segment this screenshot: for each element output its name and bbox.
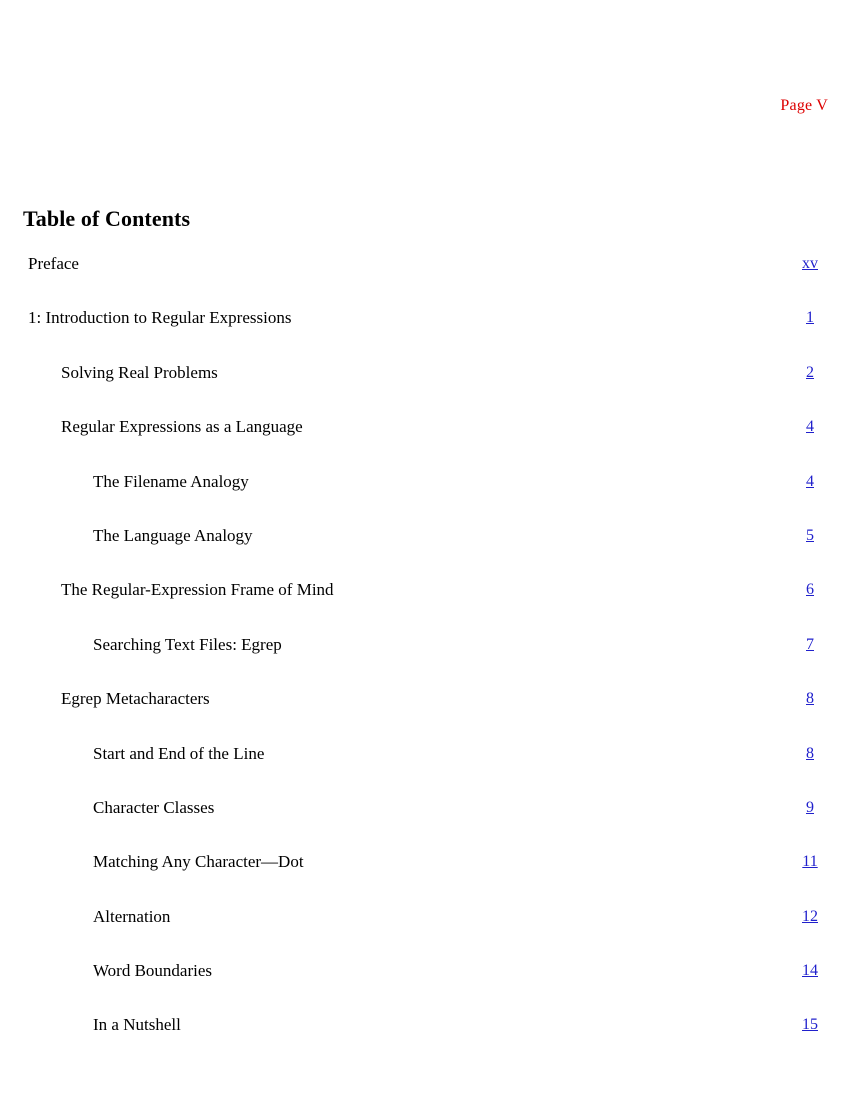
toc-entry: The Regular-Expression Frame of Mind 6 bbox=[0, 576, 849, 630]
toc-entry-label: Word Boundaries bbox=[93, 961, 213, 981]
toc-entry: Regular Expressions as a Language 4 bbox=[0, 413, 849, 467]
table-of-contents-list: Preface xv 1: Introduction to Regular Expr… bbox=[0, 250, 849, 1066]
toc-page-link[interactable]: 12 bbox=[790, 906, 830, 928]
toc-page-link[interactable]: 5 bbox=[790, 525, 830, 547]
document-page: Page V Table of Contents Preface xv 1: Int… bbox=[0, 0, 849, 1100]
toc-entry-label: 1: Introduction to Regular Expressions bbox=[28, 308, 292, 328]
toc-entry-label: Start and End of the Line bbox=[93, 743, 265, 763]
toc-entry: Egrep Metacharacters 8 bbox=[0, 685, 849, 739]
toc-entry: In a Nutshell 15 bbox=[0, 1011, 849, 1065]
toc-entry-label: The Language Analogy bbox=[93, 525, 253, 545]
toc-page-link[interactable]: 2 bbox=[790, 362, 830, 384]
toc-entry-label: Matching Any Character—Dot bbox=[93, 852, 304, 872]
toc-page-link[interactable]: 9 bbox=[790, 797, 830, 819]
toc-entry-label: The Filename Analogy bbox=[93, 471, 249, 491]
toc-page-link[interactable]: 11 bbox=[790, 851, 830, 873]
toc-page-link[interactable]: 1 bbox=[790, 307, 830, 329]
toc-entry-label: Preface bbox=[28, 254, 79, 273]
toc-page-link[interactable]: 14 bbox=[790, 960, 830, 982]
toc-page-link[interactable]: xv bbox=[790, 253, 830, 275]
toc-entry-label: Searching Text Files: Egrep bbox=[93, 634, 282, 654]
toc-entry: Alternation 12 bbox=[0, 903, 849, 957]
toc-entry-label: Character Classes bbox=[93, 797, 215, 817]
toc-entry-label: The Regular-Expression Frame of Mind bbox=[61, 580, 334, 600]
toc-entry: The Filename Analogy 4 bbox=[0, 468, 849, 522]
toc-entry: Searching Text Files: Egrep 7 bbox=[0, 631, 849, 685]
toc-entry: Preface xv bbox=[0, 250, 849, 304]
toc-page-link[interactable]: 15 bbox=[790, 1014, 830, 1036]
toc-entry: 1: Introduction to Regular Expressions 1 bbox=[0, 304, 849, 358]
toc-page-link[interactable]: 7 bbox=[790, 634, 830, 656]
toc-page-link[interactable]: 8 bbox=[790, 743, 830, 765]
toc-entry-label: Regular Expressions as a Language bbox=[61, 417, 303, 437]
toc-entry: Start and End of the Line 8 bbox=[0, 740, 849, 794]
toc-entry: Solving Real Problems 2 bbox=[0, 359, 849, 413]
toc-entry: The Language Analogy 5 bbox=[0, 522, 849, 576]
page-number-header: Page V bbox=[780, 97, 828, 114]
toc-page-link[interactable]: 6 bbox=[790, 579, 830, 601]
toc-entry: Word Boundaries 14 bbox=[0, 957, 849, 1011]
toc-page-link[interactable]: 4 bbox=[790, 416, 830, 438]
toc-page-link[interactable]: 8 bbox=[790, 688, 830, 710]
page-title: Table of Contents bbox=[23, 205, 191, 231]
toc-entry-label: Egrep Metacharacters bbox=[61, 689, 210, 709]
toc-entry: Matching Any Character—Dot 11 bbox=[0, 848, 849, 902]
toc-page-link[interactable]: 4 bbox=[790, 471, 830, 493]
toc-entry-label: Solving Real Problems bbox=[61, 362, 218, 382]
toc-entry-label: Alternation bbox=[93, 906, 171, 926]
toc-entry-label: In a Nutshell bbox=[93, 1015, 181, 1035]
toc-entry: Character Classes 9 bbox=[0, 794, 849, 848]
